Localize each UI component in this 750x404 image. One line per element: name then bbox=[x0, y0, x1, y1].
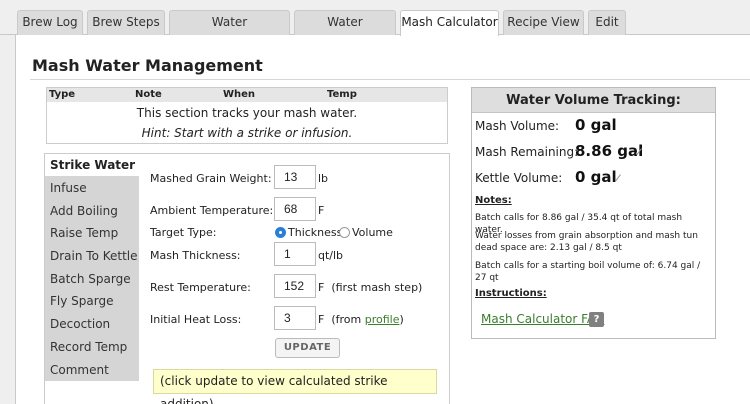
tab-mash-calculator[interactable]: Mash Calculator bbox=[400, 10, 499, 36]
mash-volume-value: 0 gal bbox=[575, 116, 617, 134]
column-header-type: Type bbox=[49, 89, 76, 100]
grain-weight-input[interactable]: 13 bbox=[274, 165, 316, 189]
grain-weight-label: Mashed Grain Weight: bbox=[150, 172, 272, 185]
nav-item-batch-sparge[interactable]: Batch Sparge bbox=[45, 268, 139, 290]
kettle-volume-value: 0 gal bbox=[575, 168, 617, 186]
heat-loss-unit-suffix: ) bbox=[399, 313, 404, 326]
heat-loss-label: Initial Heat Loss: bbox=[150, 313, 242, 326]
column-header-temp: Temp bbox=[327, 89, 357, 100]
mash-remaining-label: Mash Remaining: bbox=[475, 145, 579, 159]
grain-weight-unit: lb bbox=[318, 172, 329, 185]
heat-loss-unit-prefix: F (from bbox=[318, 313, 365, 326]
help-icon[interactable]: ? bbox=[589, 312, 604, 327]
ambient-temp-label: Ambient Temperature: bbox=[150, 204, 274, 217]
mash-volume-label: Mash Volume: bbox=[475, 119, 560, 133]
nav-item-strike-water[interactable]: Strike Water bbox=[45, 154, 141, 176]
rest-temp-input[interactable]: 152 bbox=[274, 274, 316, 298]
check-icon: ✓ bbox=[634, 145, 645, 159]
note-boil-volume: Batch calls for a starting boil volume o… bbox=[475, 261, 701, 283]
page-title: Mash Water Management bbox=[32, 56, 263, 75]
notes-title: Notes: bbox=[475, 195, 512, 206]
nav-item-record-temp[interactable]: Record Temp bbox=[45, 336, 139, 358]
tab-water-chemistry[interactable]: Water Chemistry bbox=[294, 10, 396, 52]
strike-result-message: (click update to view calculated strike … bbox=[153, 369, 437, 404]
nav-item-comment[interactable]: Comment bbox=[45, 359, 139, 381]
rest-temp-label: Rest Temperature: bbox=[150, 281, 251, 294]
heat-loss-unit: F (from profile) bbox=[318, 313, 404, 326]
mash-log-message: This section tracks your mash water. bbox=[136, 106, 358, 120]
kettle-volume-label: Kettle Volume: bbox=[475, 171, 563, 185]
mash-step-nav: Strike Water Infuse Add Boiling Raise Te… bbox=[45, 154, 141, 381]
water-volume-title: Water Volume Tracking: bbox=[472, 88, 715, 113]
tab-edit[interactable]: Edit bbox=[588, 10, 626, 35]
profile-link[interactable]: profile bbox=[365, 313, 400, 326]
mash-thickness-label: Mash Thickness: bbox=[150, 249, 241, 262]
column-header-when: When bbox=[223, 89, 256, 100]
check-icon: ✓ bbox=[613, 171, 624, 185]
tab-bar: Brew Log Brew Steps Water Requirements W… bbox=[0, 0, 750, 52]
heat-loss-input[interactable]: 3 bbox=[274, 306, 316, 330]
target-type-label: Target Type: bbox=[150, 226, 217, 239]
nav-item-decoction[interactable]: Decoction bbox=[45, 313, 139, 335]
mash-thickness-unit: qt/lb bbox=[318, 249, 344, 262]
mash-log-hint: Hint: Start with a strike or infusion. bbox=[141, 126, 353, 140]
instructions-title: Instructions: bbox=[475, 288, 547, 299]
note-water-losses: Water losses from grain absorption and m… bbox=[475, 231, 698, 253]
nav-item-raise-temp[interactable]: Raise Temp bbox=[45, 222, 139, 244]
nav-item-fly-sparge[interactable]: Fly Sparge bbox=[45, 290, 139, 312]
mash-log-header: Type Note When Temp bbox=[47, 88, 447, 102]
mash-log-table: Type Note When Temp This section tracks … bbox=[46, 87, 448, 144]
thickness-radio-label[interactable]: Thickness bbox=[288, 226, 342, 239]
thickness-radio[interactable] bbox=[275, 227, 286, 238]
tab-water-requirements[interactable]: Water Requirements bbox=[169, 10, 290, 52]
nav-item-drain-to-kettle[interactable]: Drain To Kettle bbox=[45, 245, 139, 267]
volume-radio[interactable] bbox=[339, 227, 350, 238]
tab-recipe-view[interactable]: Recipe View bbox=[503, 10, 584, 35]
ambient-temp-unit: F bbox=[318, 204, 325, 217]
update-button[interactable]: UPDATE bbox=[275, 338, 340, 358]
tab-brew-steps[interactable]: Brew Steps bbox=[87, 10, 165, 35]
nav-item-add-boiling[interactable]: Add Boiling bbox=[45, 200, 139, 222]
ambient-temp-input[interactable]: 68 bbox=[274, 197, 316, 221]
volume-radio-label[interactable]: Volume bbox=[352, 226, 393, 239]
rest-temp-unit: F (first mash step) bbox=[318, 281, 423, 294]
title-divider bbox=[30, 79, 750, 80]
mash-calculator-faq-link[interactable]: Mash Calculator FAQ bbox=[481, 312, 604, 326]
column-header-note: Note bbox=[135, 89, 162, 100]
mash-thickness-input[interactable]: 1 bbox=[274, 242, 316, 266]
nav-item-infuse[interactable]: Infuse bbox=[45, 177, 139, 199]
mash-remaining-value: 8.86 gal bbox=[575, 142, 644, 160]
tab-brew-log[interactable]: Brew Log bbox=[17, 10, 83, 35]
